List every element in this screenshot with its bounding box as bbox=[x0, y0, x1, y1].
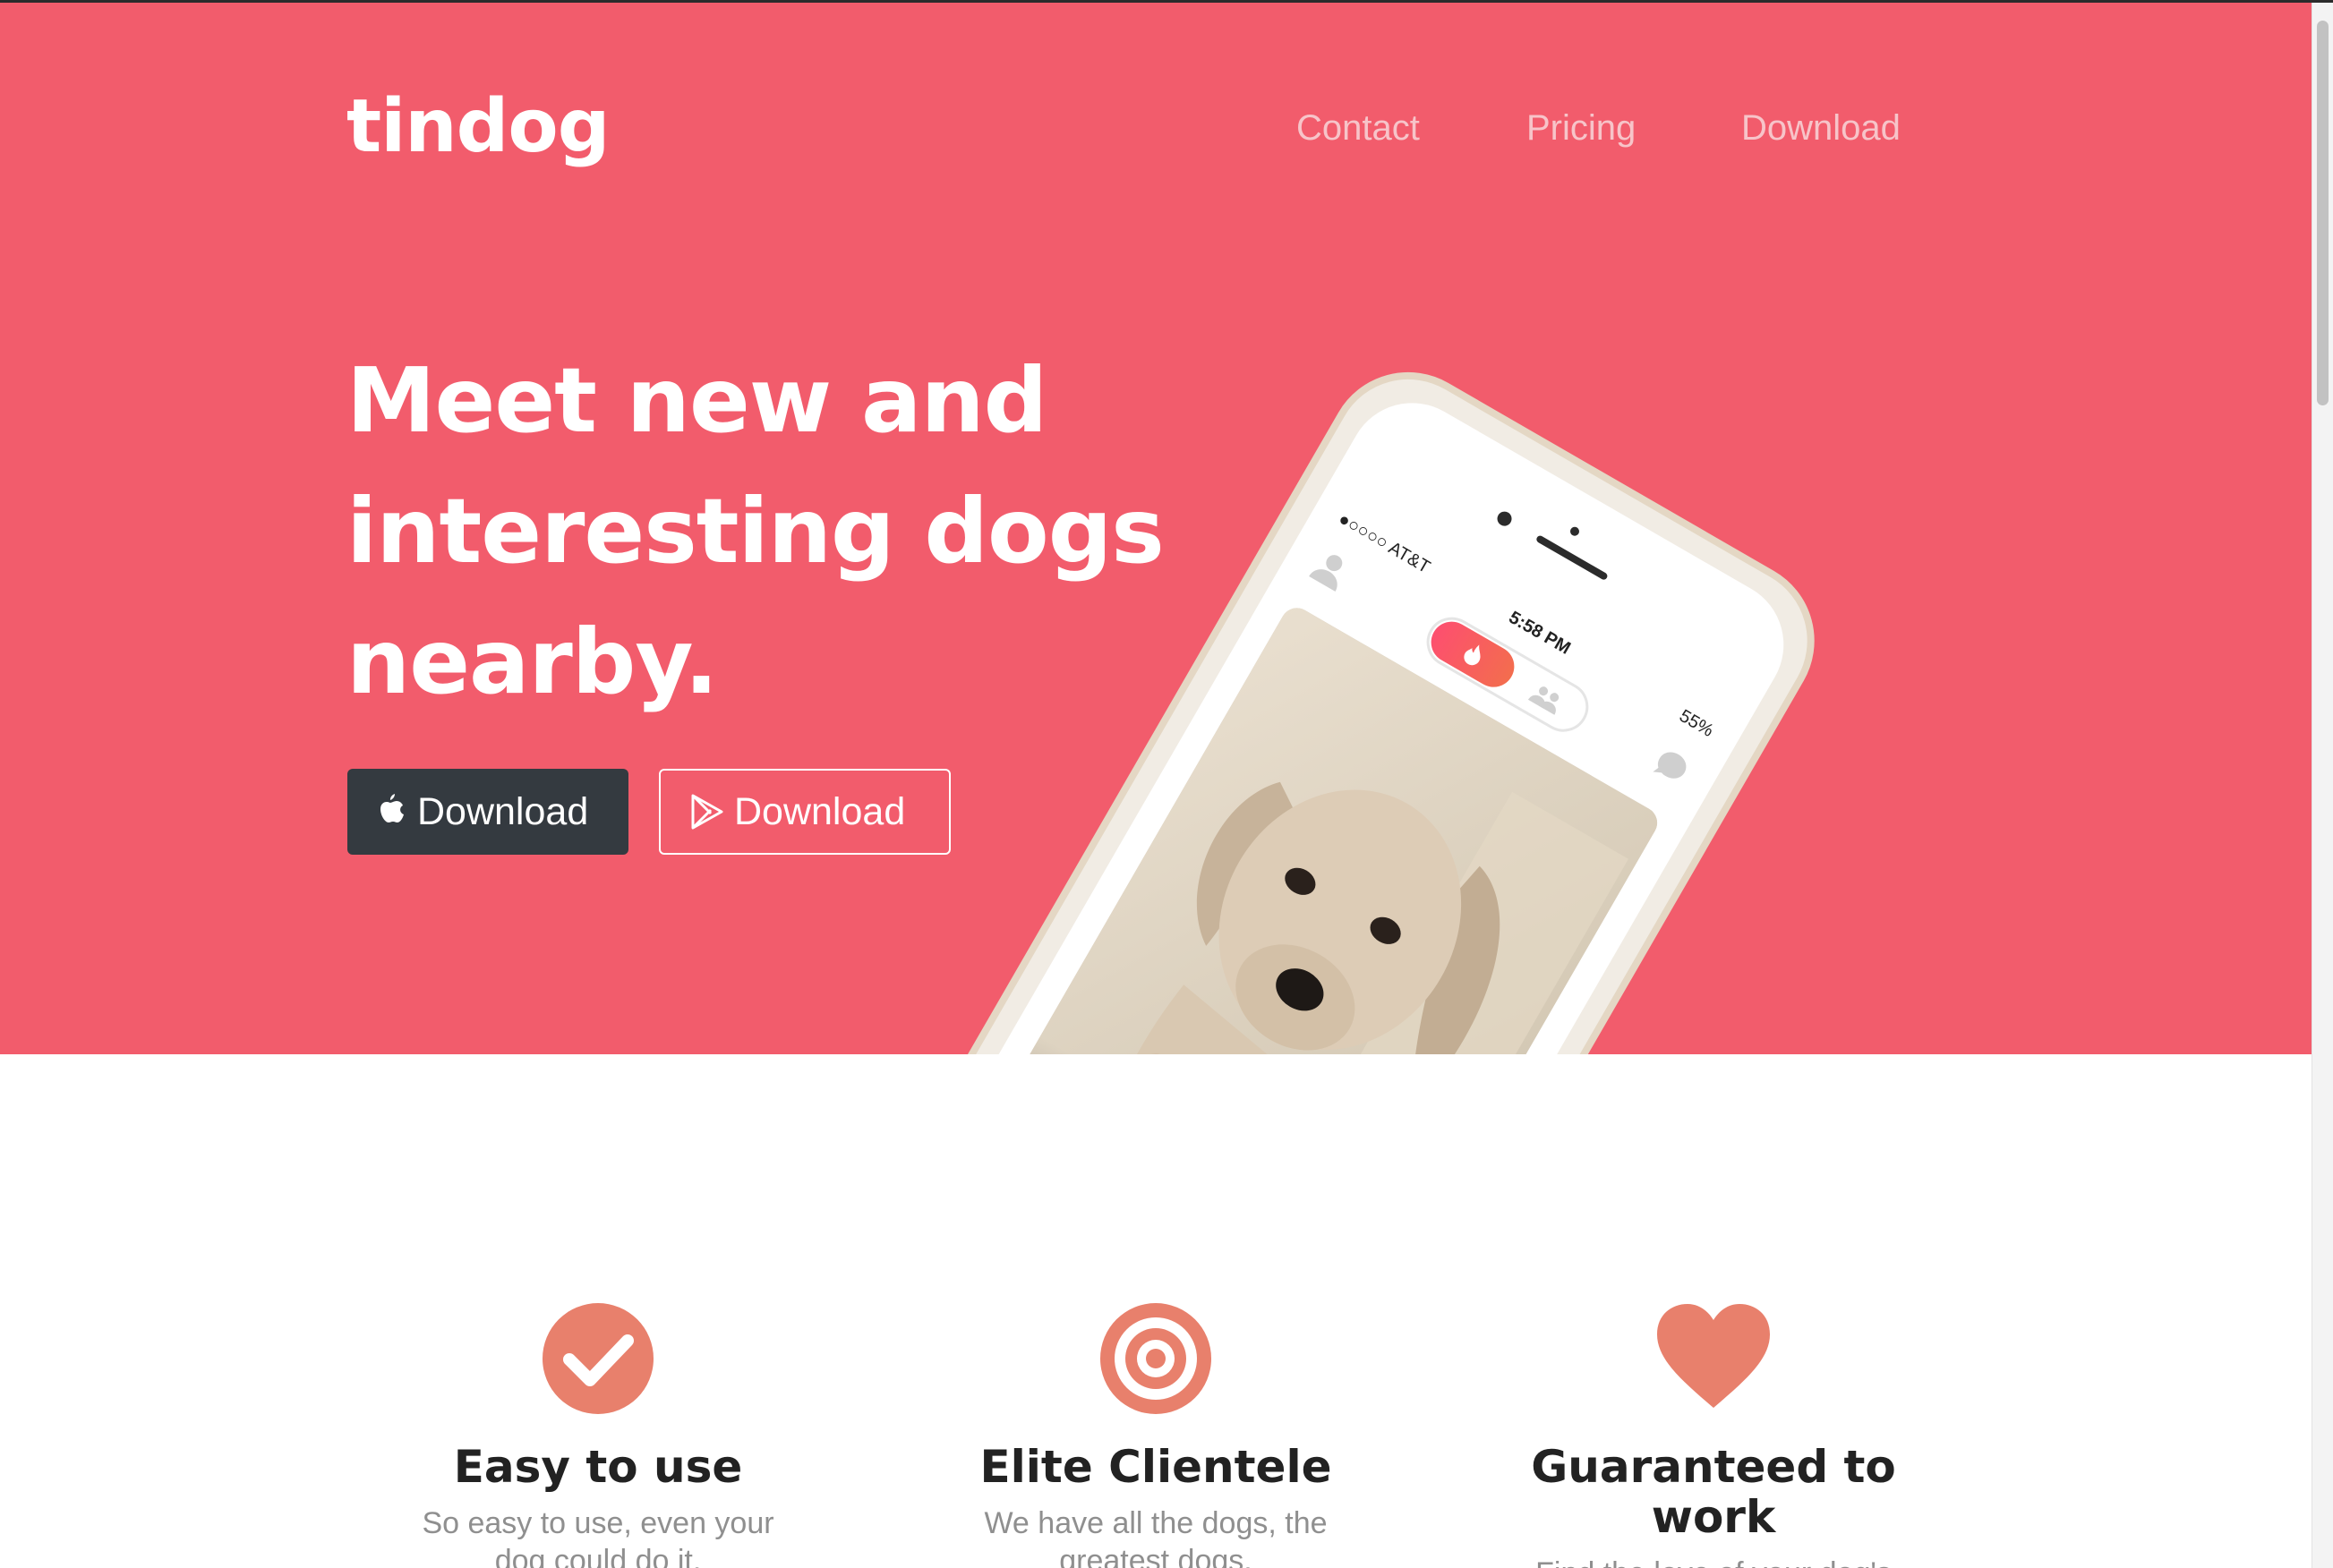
check-circle-icon bbox=[543, 1303, 654, 1414]
nav-link-download[interactable]: Download bbox=[1741, 110, 1901, 146]
feature-description: So easy to use, even your dog could do i… bbox=[422, 1506, 774, 1568]
profile-icon bbox=[1309, 555, 1343, 592]
phone-camera bbox=[1494, 508, 1515, 529]
feature-title: Easy to use bbox=[453, 1441, 743, 1493]
heart-icon bbox=[1657, 1304, 1770, 1408]
hero-section: tindog Contact Pricing Download Meet new… bbox=[0, 3, 2312, 1054]
features-section: Easy to use So easy to use, even your do… bbox=[0, 1054, 2312, 1568]
phone-sensor bbox=[1568, 524, 1581, 538]
apple-download-label: Download bbox=[417, 789, 589, 833]
hero-headline-line: interesting dogs bbox=[346, 479, 1165, 584]
feature-guaranteed-to-work: Guaranteed to work Find the love of your… bbox=[1481, 1300, 1946, 1568]
feature-title: Elite Clientele bbox=[979, 1441, 1332, 1493]
feature-elite-clientele: Elite Clientele We have all the dogs, th… bbox=[923, 1300, 1389, 1568]
scrollbar-thumb[interactable] bbox=[2317, 21, 2329, 405]
hero-headline: Meet new and interesting dogs nearby. bbox=[346, 336, 1197, 728]
google-play-download-label: Download bbox=[734, 789, 906, 833]
brand-logo[interactable]: tindog bbox=[346, 90, 610, 164]
bullseye-icon bbox=[1100, 1303, 1211, 1414]
nav-link-contact[interactable]: Contact bbox=[1296, 110, 1420, 146]
hero-headline-line: Meet new and bbox=[346, 348, 1047, 453]
nav-link-pricing[interactable]: Pricing bbox=[1526, 110, 1636, 146]
status-battery: 55% bbox=[1675, 705, 1717, 741]
phone-speaker bbox=[1534, 534, 1609, 582]
google-play-download-button[interactable]: Download bbox=[659, 769, 951, 855]
browser-viewport: tindog Contact Pricing Download Meet new… bbox=[0, 0, 2333, 1568]
feature-description: We have all the dogs, the greatest dogs. bbox=[984, 1506, 1328, 1568]
feature-description: Find the love of your dog's life or your… bbox=[1525, 1555, 1901, 1568]
flame-icon bbox=[1464, 644, 1481, 666]
feature-easy-to-use: Easy to use So easy to use, even your do… bbox=[365, 1300, 831, 1568]
apple-icon bbox=[374, 794, 406, 830]
chat-icon bbox=[1653, 752, 1687, 779]
apple-download-button[interactable]: Download bbox=[347, 769, 628, 855]
feature-title: Guaranteed to work bbox=[1531, 1441, 1896, 1543]
hero-headline-line: nearby. bbox=[346, 609, 718, 714]
people-icon bbox=[1527, 686, 1560, 715]
google-play-icon bbox=[691, 794, 723, 830]
vertical-scrollbar[interactable] bbox=[2312, 3, 2333, 1568]
